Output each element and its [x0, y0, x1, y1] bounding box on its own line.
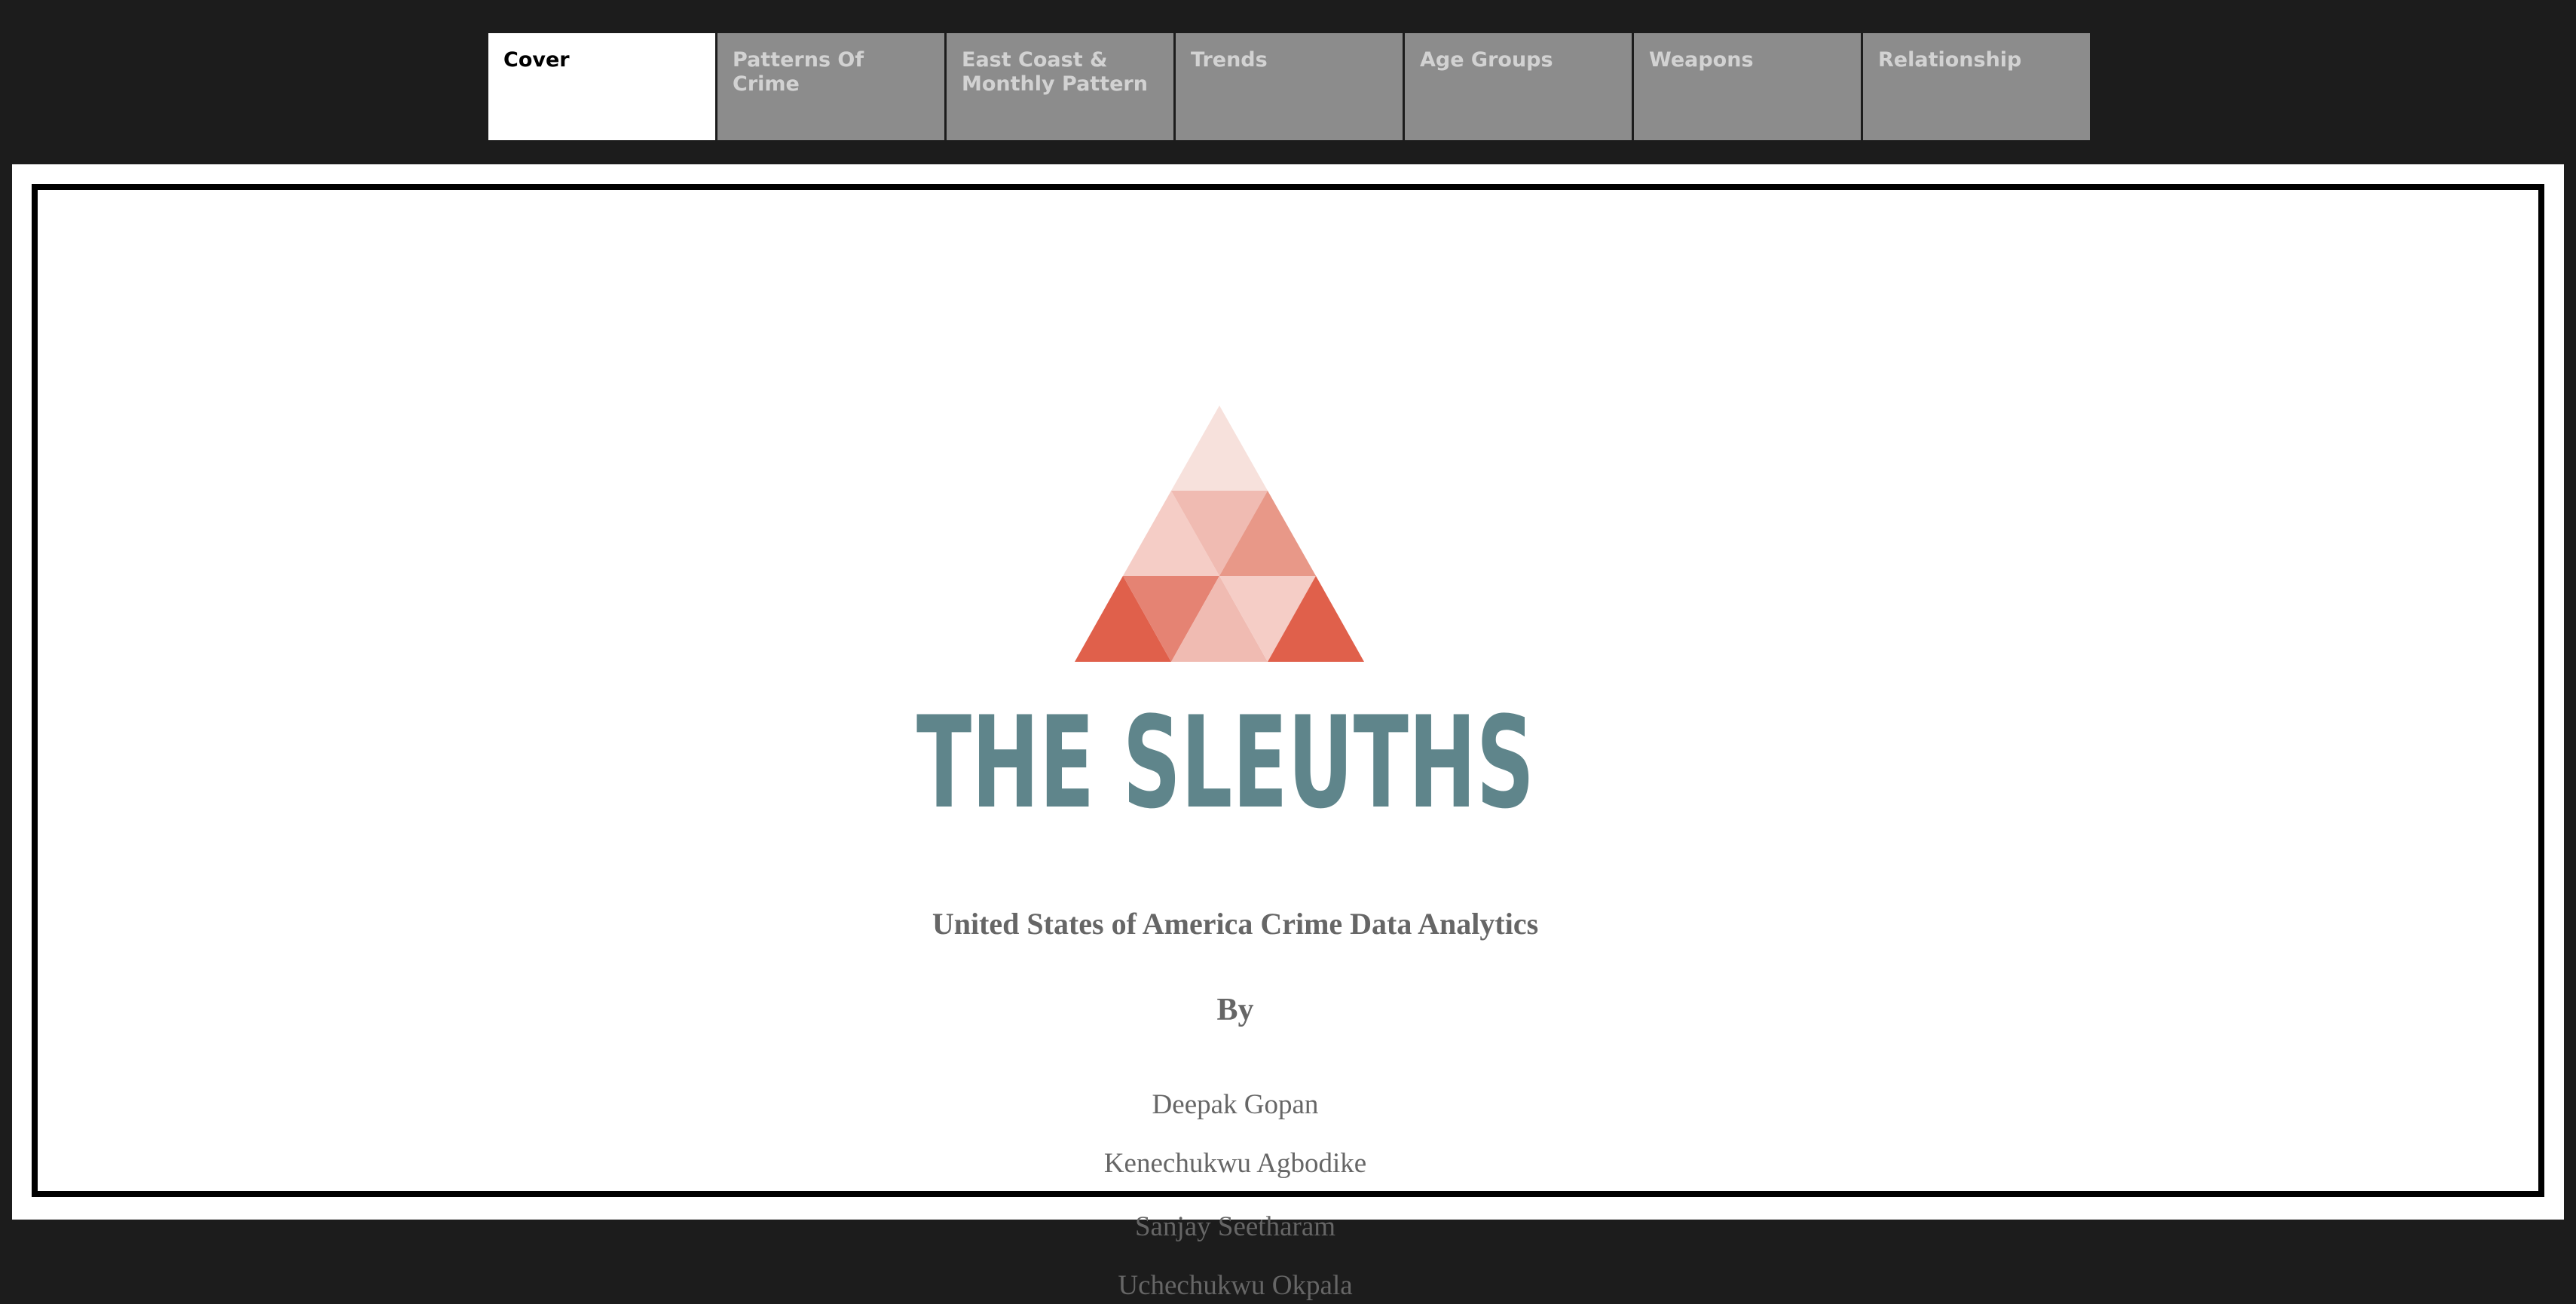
logo-triangle-icon	[1075, 406, 1364, 662]
logo-wordmark: THE SLEUTHS	[916, 689, 1534, 828]
tab-trends[interactable]: Trends	[1176, 33, 1403, 140]
tab-weapons[interactable]: Weapons	[1634, 33, 1861, 140]
tab-relationship[interactable]: Relationship	[1863, 33, 2090, 140]
tab-east-coast-monthly-pattern[interactable]: East Coast & Monthly Pattern	[947, 33, 1173, 140]
story-tab-bar: Cover Patterns Of Crime East Coast & Mon…	[488, 33, 2092, 140]
author-name: Sanjay Seetharam	[1134, 1211, 1336, 1242]
author-name: Deepak Gopan	[1152, 1089, 1319, 1120]
sleuths-logo: THE SLEUTHS	[916, 406, 1534, 828]
tab-age-groups[interactable]: Age Groups	[1405, 33, 1632, 140]
cover-by-label: By	[1216, 993, 1254, 1027]
logo-tri-top	[1171, 406, 1268, 491]
tab-patterns-of-crime[interactable]: Patterns Of Crime	[717, 33, 944, 140]
author-name: Kenechukwu Agbodike	[1103, 1148, 1367, 1179]
story-point-canvas: THE SLEUTHS United States of America Cri…	[12, 164, 2564, 1301]
cover-title: United States of America Crime Data Anal…	[932, 907, 1539, 941]
author-name: Uchechukwu Okpala	[1118, 1270, 1353, 1301]
tab-cover[interactable]: Cover	[488, 33, 715, 140]
